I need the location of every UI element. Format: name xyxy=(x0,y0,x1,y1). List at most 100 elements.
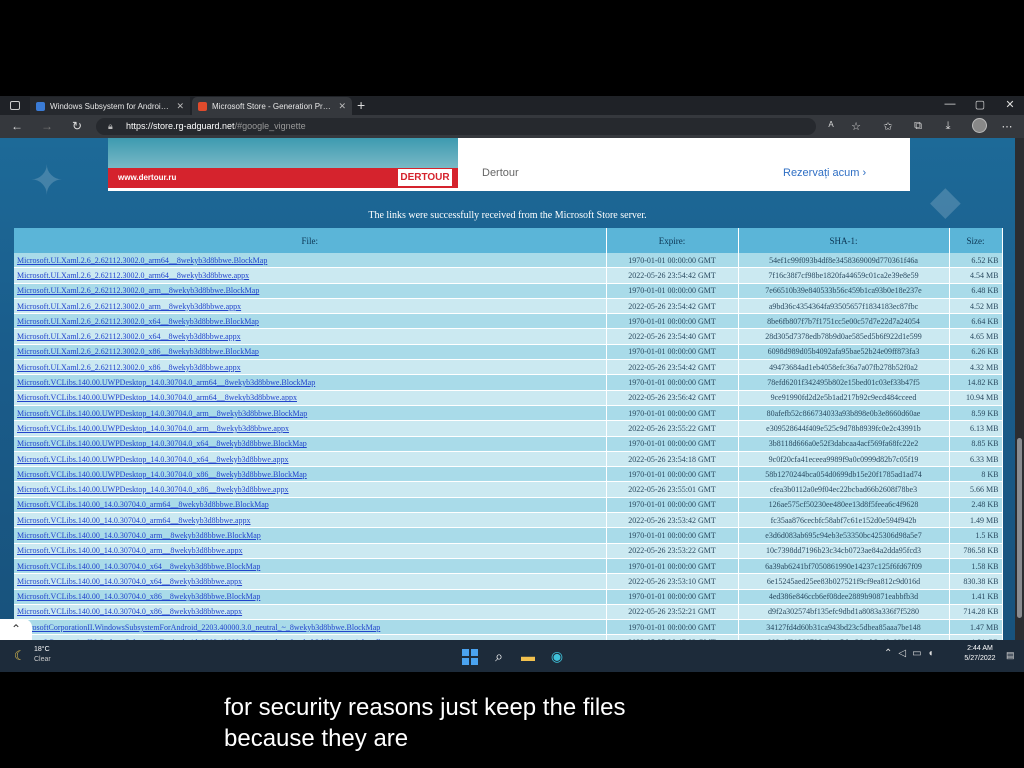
read-aloud-icon[interactable]: A xyxy=(823,120,839,129)
file-link[interactable]: Microsoft.UI.Xaml.2.6_2.62112.3002.0_arm… xyxy=(14,253,607,269)
file-link[interactable]: Microsoft.VCLibs.140.00_14.0.30704.0_arm… xyxy=(14,497,607,514)
expire-cell: 2022-05-26 23:54:42 GMT xyxy=(606,267,739,284)
size-cell: 6.33 MB xyxy=(949,451,1003,468)
back-icon[interactable]: ← xyxy=(9,119,25,133)
weather-moon-icon[interactable]: ☾ xyxy=(14,648,26,664)
url-text[interactable]: https://store.rg-adguard.net/#google_vig… xyxy=(126,121,306,131)
new-tab-icon[interactable]: + xyxy=(357,97,365,113)
favorites-icon[interactable]: ✩ xyxy=(880,120,896,133)
file-link[interactable]: Microsoft.VCLibs.140.00.UWPDesktop_14.0.… xyxy=(14,420,607,437)
minimize-icon[interactable]: — xyxy=(940,98,960,110)
file-link[interactable]: Microsoft.VCLibs.140.00_14.0.30704.0_x86… xyxy=(14,589,607,605)
file-link[interactable]: Microsoft.VCLibs.140.00.UWPDesktop_14.0.… xyxy=(14,436,607,452)
favorites-add-icon[interactable]: ☆ xyxy=(848,120,864,133)
sha1-cell: 8be6fb807f7b7f1751cc5e00c57d7e22d7a24054 xyxy=(738,313,950,330)
scroll-up-icon[interactable]: ⌃ xyxy=(0,619,32,640)
file-link[interactable]: Microsoft.UI.Xaml.2.6_2.62112.3002.0_x86… xyxy=(14,359,607,376)
tab-title: Microsoft Store - Generation Project xyxy=(212,101,335,111)
profile-avatar[interactable] xyxy=(972,118,987,133)
start-icon[interactable] xyxy=(460,646,480,666)
weather-temperature[interactable]: 18°C xyxy=(34,646,50,653)
lock-icon[interactable]: 🔒︎ xyxy=(108,121,113,132)
table-row: Microsoft.UI.Xaml.2.6_2.62112.3002.0_x86… xyxy=(14,344,1003,361)
clock-date[interactable]: 5/27/2022 xyxy=(960,655,1000,662)
forward-icon[interactable]: → xyxy=(39,119,55,133)
downloads-icon[interactable]: ⤓ xyxy=(940,120,956,133)
file-link[interactable]: Microsoft.UI.Xaml.2.6_2.62112.3002.0_x64… xyxy=(14,328,607,345)
sha1-cell: fc35aa876cecbfc58abf7c61e152d0e594f942b xyxy=(738,512,950,529)
file-link[interactable]: Microsoft.UI.Xaml.2.6_2.62112.3002.0_arm… xyxy=(14,298,607,315)
advert-cta-link[interactable]: Rezervați acum › xyxy=(783,167,866,179)
size-cell: 6.52 KB xyxy=(949,253,1003,269)
edge-icon[interactable]: ◉ xyxy=(547,646,567,666)
file-link[interactable]: Microsoft.VCLibs.140.00.UWPDesktop_14.0.… xyxy=(14,466,607,483)
size-cell: 714.28 KB xyxy=(949,604,1003,621)
url-domain: https://store.rg-adguard.net xyxy=(126,121,235,131)
file-link[interactable]: MicrosoftCorporationII.WindowsSubsystemF… xyxy=(14,619,607,636)
notification-icon[interactable]: ▤ xyxy=(1006,650,1015,661)
tab-favicon-icon xyxy=(198,101,207,111)
search-icon[interactable]: ⌕ xyxy=(489,646,509,666)
file-link[interactable]: Microsoft.UI.Xaml.2.6_2.62112.3002.0_x64… xyxy=(14,313,607,330)
settings-menu-icon[interactable]: ⋯ xyxy=(999,120,1015,133)
table-row: Microsoft.VCLibs.140.00.UWPDesktop_14.0.… xyxy=(14,481,1003,498)
expire-cell: 1970-01-01 00:00:00 GMT xyxy=(606,374,739,391)
file-link[interactable]: Microsoft.VCLibs.140.00_14.0.30704.0_arm… xyxy=(14,512,607,529)
advert-site: www.dertour.ru xyxy=(118,173,177,182)
expire-cell: 2022-05-26 23:55:01 GMT xyxy=(606,481,739,498)
expire-cell: 1970-01-01 00:00:00 GMT xyxy=(606,344,739,361)
address-bar[interactable]: 🔒︎ https://store.rg-adguard.net/#google_… xyxy=(96,118,816,135)
file-link[interactable]: Microsoft.VCLibs.140.00_14.0.30704.0_arm… xyxy=(14,527,607,544)
pen-icon[interactable]: ◁ xyxy=(898,648,912,659)
size-cell: 6.48 KB xyxy=(949,283,1003,299)
size-cell: 4.32 MB xyxy=(949,359,1003,376)
clock-time[interactable]: 2:44 AM xyxy=(960,645,1000,652)
file-link[interactable]: Microsoft.VCLibs.140.00.UWPDesktop_14.0.… xyxy=(14,390,607,406)
advert-logo: DERTOUR xyxy=(398,169,452,186)
close-window-icon[interactable]: ✕ xyxy=(1000,98,1020,111)
sha1-cell: 9ce91990fd2d2e5b1ad217b92c9ecd484cceed xyxy=(738,390,950,406)
window-menu-icon[interactable] xyxy=(10,101,20,110)
file-link[interactable]: Microsoft.VCLibs.140.00.UWPDesktop_14.0.… xyxy=(14,405,607,422)
file-explorer-icon[interactable]: ▬ xyxy=(518,646,538,666)
collections-icon[interactable]: ⧉ xyxy=(910,120,926,133)
expire-cell: 2022-05-26 23:54:42 GMT xyxy=(606,298,739,315)
close-tab-icon[interactable]: ✕ xyxy=(338,101,346,112)
expire-cell: 1970-01-01 00:00:00 GMT xyxy=(606,466,739,483)
scroll-thumb[interactable] xyxy=(1017,438,1022,618)
refresh-icon[interactable]: ↻ xyxy=(69,119,85,133)
sha1-cell: 4ed386e846ccb6ef08dee2889b90871eabbfb3d xyxy=(738,589,950,605)
file-link[interactable]: Microsoft.VCLibs.140.00.UWPDesktop_14.0.… xyxy=(14,451,607,468)
sha1-cell: 49473684ad1eb4058efc36a7a07fb278b52f0a2 xyxy=(738,359,950,376)
file-link[interactable]: Microsoft.VCLibs.140.00.UWPDesktop_14.0.… xyxy=(14,481,607,498)
tray-chevron-icon[interactable]: ⌃ xyxy=(884,648,898,659)
sha1-cell: 7f16c38f7cf98be1820fa44659c01ca2e39e8e59 xyxy=(738,267,950,284)
tab-microsoft-store[interactable]: Microsoft Store - Generation Project ✕ xyxy=(192,97,352,115)
file-link[interactable]: Microsoft.UI.Xaml.2.6_2.62112.3002.0_arm… xyxy=(14,283,607,299)
maximize-icon[interactable]: ▢ xyxy=(970,98,990,111)
size-cell: 8.59 KB xyxy=(949,405,1003,422)
file-link[interactable]: Microsoft.UI.Xaml.2.6_2.62112.3002.0_x86… xyxy=(14,344,607,361)
weather-condition[interactable]: Clear xyxy=(34,656,51,663)
size-cell: 8.85 KB xyxy=(949,436,1003,452)
page-scrollbar[interactable] xyxy=(1015,138,1024,640)
advert-banner[interactable]: www.dertour.ru DERTOUR Dertour Rezervați… xyxy=(108,138,910,191)
file-link[interactable]: Microsoft.VCLibs.140.00_14.0.30704.0_x64… xyxy=(14,573,607,590)
file-link[interactable]: Microsoft.VCLibs.140.00.UWPDesktop_14.0.… xyxy=(14,374,607,391)
expire-cell: 1970-01-01 00:00:00 GMT xyxy=(606,313,739,330)
size-cell: 6.13 MB xyxy=(949,420,1003,437)
close-tab-icon[interactable]: ✕ xyxy=(176,101,184,112)
table-row: Microsoft.VCLibs.140.00_14.0.30704.0_x64… xyxy=(14,573,1003,590)
files-table-wrap: File: Expire: SHA-1: Size: Microsoft.UI.… xyxy=(14,228,1003,640)
tab-windows-subsystem[interactable]: Windows Subsystem for Android™ ✕ xyxy=(30,97,190,115)
file-link[interactable]: Microsoft.VCLibs.140.00_14.0.30704.0_x86… xyxy=(14,604,607,621)
volume-icon[interactable]: ◖ xyxy=(928,648,940,659)
file-link[interactable]: Microsoft.VCLibs.140.00_14.0.30704.0_arm… xyxy=(14,543,607,559)
sha1-cell: cfea3b0112a0e9f04ec22bcbad66b2608f78be3 xyxy=(738,481,950,498)
expire-cell: 2022-05-26 23:55:22 GMT xyxy=(606,420,739,437)
size-cell: 5.66 MB xyxy=(949,481,1003,498)
table-row: Microsoft.UI.Xaml.2.6_2.62112.3002.0_arm… xyxy=(14,267,1003,284)
network-icon[interactable]: ▭ xyxy=(912,648,927,659)
file-link[interactable]: Microsoft.VCLibs.140.00_14.0.30704.0_x64… xyxy=(14,558,607,575)
file-link[interactable]: Microsoft.UI.Xaml.2.6_2.62112.3002.0_arm… xyxy=(14,267,607,284)
